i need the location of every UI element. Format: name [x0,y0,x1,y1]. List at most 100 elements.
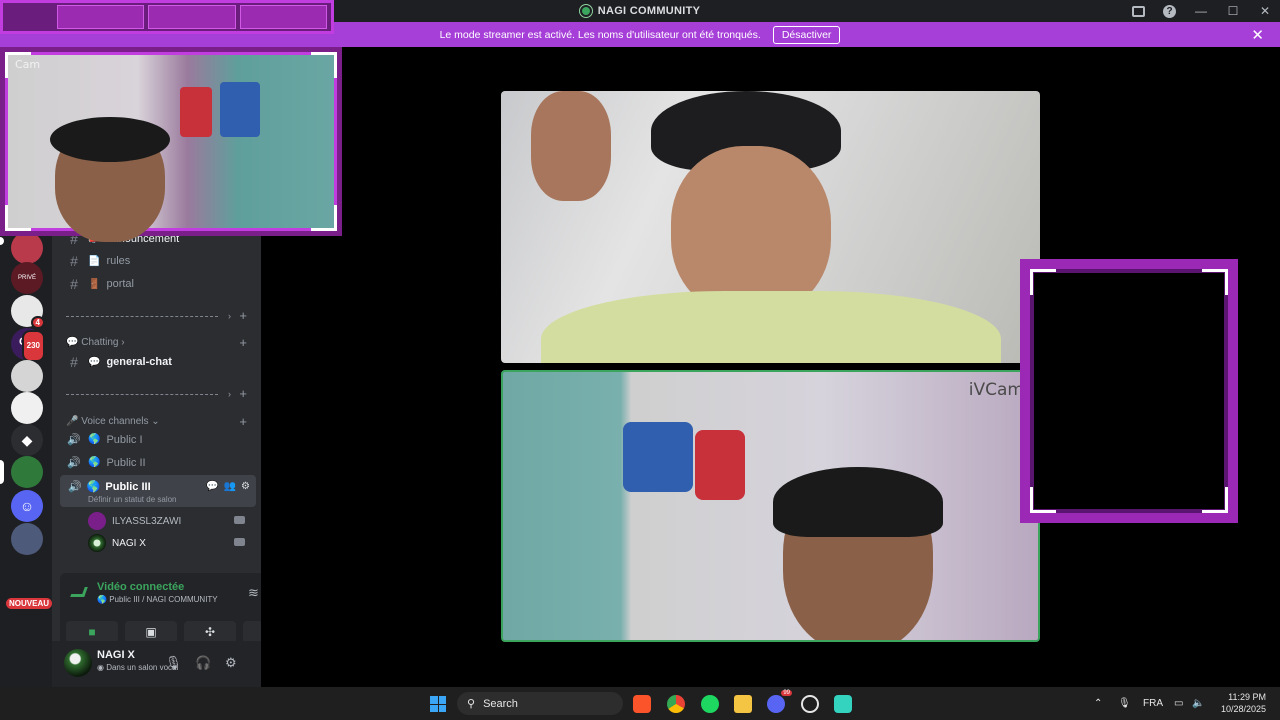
microphone-icon[interactable]: 🎙 [165,655,182,671]
chevron-right-icon[interactable]: › [228,389,231,399]
gear-icon[interactable]: ⚙ [241,481,250,492]
add-channel-icon[interactable]: + [239,386,247,401]
picture-in-picture-cam[interactable]: Cam [0,47,342,242]
invite-icon[interactable]: 👥 [224,481,236,492]
server-icon-3[interactable]: 4 [11,295,45,329]
search-icon: ⚲ [467,698,476,710]
discord-taskbar-icon[interactable]: 99 [767,690,792,713]
file-explorer-icon[interactable] [734,695,752,713]
overlay-panel [57,5,145,29]
video-tile-remote[interactable] [501,91,1040,363]
tray-chevron-icon[interactable]: ⌃ [1094,687,1102,720]
spotify-icon[interactable] [701,695,719,713]
cap-shape [50,117,170,162]
screen-share-button[interactable]: ▣ [125,621,177,643]
clock-date: 10/28/2025 [1220,704,1266,714]
activities-button[interactable]: ✣ [184,621,236,643]
chevron-down-icon: ⌄ [151,416,160,427]
app-window: NAGI COMMUNITY ? — ☐ ✕ Le mode streamer … [0,0,1280,720]
voice-status[interactable]: Vidéo connectée [97,581,184,593]
inbox-icon[interactable] [1132,5,1145,17]
channel-general-chat[interactable]: # 💬 general-chat [66,354,172,370]
overlay-cam-frame [1020,259,1238,523]
taskbar-search[interactable]: ⚲ Search [457,692,623,715]
voice-channel-public-3[interactable]: 🔊 🌎 Public III Définir un statut de salo… [60,475,256,507]
network-icon[interactable]: ▭ [1174,687,1183,720]
help-icon[interactable]: ? [1163,4,1176,18]
brave-browser-icon[interactable] [633,695,651,713]
activities-icon: ✣ [204,625,216,639]
volume-icon[interactable]: 🔈 [1192,687,1204,720]
category-chatting[interactable]: 💬 Chatting › [66,337,125,348]
discord-logo-icon [579,5,592,17]
voice-location[interactable]: 🌎 Public III / NAGI COMMUNITY [97,595,218,604]
server-icon-2[interactable]: PRIVÉ [11,262,43,294]
banner-close-icon[interactable]: ✕ [1251,26,1264,44]
channel-portal[interactable]: # 🚪 portal [66,276,134,292]
server-icon-1[interactable] [11,232,43,264]
frame-corner [1030,487,1056,513]
voice-member[interactable]: ILYASSL3ZAWI [88,512,181,530]
windows-start-icon[interactable] [430,696,446,712]
channel-status[interactable]: Définir un statut de salon [88,495,177,504]
globe-icon: 🌎 [88,457,101,468]
member-name: NAGI X [112,537,146,549]
disable-streamer-mode-button[interactable]: Désactiver [772,25,841,44]
chat-icon[interactable]: 💬 [206,481,218,492]
server-icon-10[interactable] [11,523,43,555]
server-icon-9[interactable]: ☺ [11,490,43,522]
frame-corner [1030,269,1056,295]
category-voice-channels[interactable]: 🎤 Voice channels ⌄ [66,416,160,427]
app-title: NAGI COMMUNITY [579,5,701,17]
hash-icon: # [70,253,78,269]
hash-icon: # [70,276,78,292]
signal-icon[interactable] [70,587,88,597]
gear-icon[interactable]: ⚙ [225,655,237,671]
video-tile-local[interactable]: iVCam [501,370,1040,642]
voice-channel-public-1[interactable]: 🔊 🌎 Public I [66,433,143,447]
channel-label: Public II [106,456,146,469]
add-channel-icon[interactable]: + [239,308,247,323]
frame-corner [5,52,31,78]
server-badge: 4 [30,316,45,329]
system-clock[interactable]: 11:29 PM 10/28/2025 [1221,691,1266,715]
user-panel: NAGI X ◉ Dans un salon vocal 🎙 🎧 ⚙ [52,641,261,687]
user-avatar[interactable] [64,649,92,677]
close-window-icon[interactable]: ✕ [1258,4,1272,18]
noise-suppression-icon[interactable]: ≋ [248,585,259,601]
server-icon-8[interactable] [11,456,43,488]
add-channel-icon[interactable]: + [239,335,247,350]
jersey-shape [623,422,693,492]
channel-label: Public I [106,433,143,446]
server-icon-5[interactable] [11,360,43,392]
overlay-panel [148,5,236,29]
headphones-icon[interactable]: 🎧 [195,655,211,671]
channel-tools: 💬 👥 ⚙ [206,481,250,492]
app-icon[interactable] [834,695,852,713]
microphone-tray-icon[interactable]: 🎙 [1118,687,1131,720]
maximize-icon[interactable]: ☐ [1226,4,1240,18]
channel-label: general-chat [106,356,172,368]
chrome-icon[interactable] [667,695,685,713]
app-icon[interactable] [801,695,819,713]
member-name: ILYASSL3ZAWI [112,515,182,527]
server-icon-6[interactable] [11,392,43,424]
chevron-right-icon[interactable]: › [228,311,231,321]
frame-corner [311,52,337,78]
voice-member[interactable]: NAGI X [88,534,146,552]
jersey-shape [695,430,745,500]
server-icon-4[interactable]: OP 230 [11,328,45,362]
add-channel-icon[interactable]: + [239,414,247,429]
channel-rules[interactable]: # 📄 rules [66,253,130,269]
camera-button[interactable]: ■ [66,621,118,643]
minimize-icon[interactable]: — [1194,4,1208,18]
channel-emoji: 💬 [88,356,101,368]
category-label: Voice channels [81,416,149,427]
camera-icon [234,538,245,546]
voice-location-text: Public III / NAGI COMMUNITY [109,595,218,604]
user-name[interactable]: NAGI X [97,649,135,661]
category-emoji: 🎤 [66,416,79,427]
language-indicator[interactable]: FRA [1143,687,1163,720]
server-icon-7[interactable]: ◆ [11,424,43,456]
voice-channel-public-2[interactable]: 🔊 🌎 Public II [66,456,146,470]
